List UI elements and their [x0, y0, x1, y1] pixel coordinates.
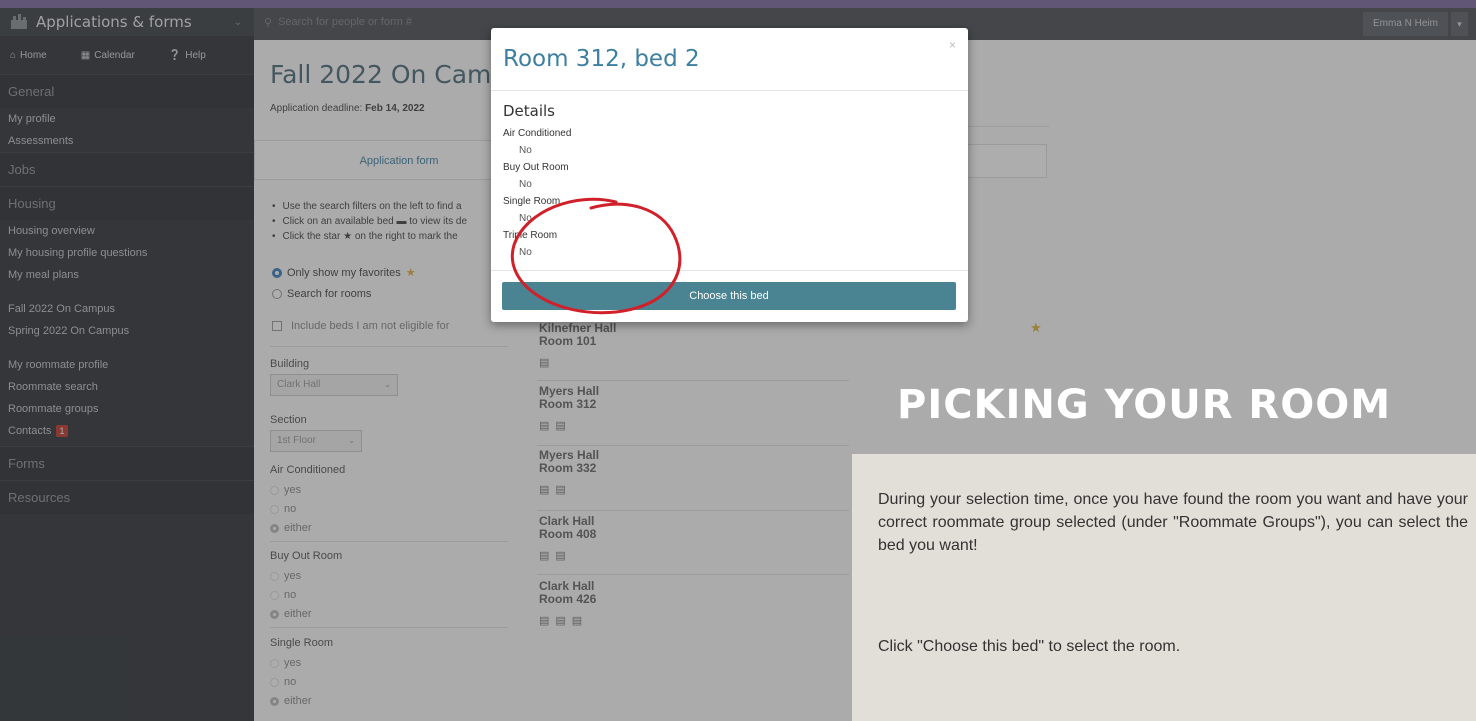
choose-this-bed-button[interactable]: Choose this bed: [502, 282, 956, 310]
detail-label: Air Conditioned: [503, 128, 572, 139]
bed-details-modal: Room 312, bed 2 × Details Air Conditione…: [491, 28, 968, 322]
close-icon[interactable]: ×: [949, 38, 956, 52]
detail-label: Buy Out Room: [503, 162, 569, 173]
detail-value: No: [519, 213, 532, 224]
detail-label: Single Room: [503, 196, 561, 207]
divider: [491, 270, 968, 271]
divider: [491, 90, 968, 91]
details-heading: Details: [503, 102, 556, 120]
detail-value: No: [519, 247, 532, 258]
callout-box: During your selection time, once you hav…: [852, 454, 1476, 721]
callout-title: PICKING YOUR ROOM: [897, 382, 1392, 428]
detail-value: No: [519, 179, 532, 190]
callout-paragraph: During your selection time, once you hav…: [878, 491, 1468, 554]
detail-label: Triple Room: [503, 230, 558, 241]
detail-value: No: [519, 145, 532, 156]
callout-instruction: Click "Choose this bed" to select the ro…: [878, 638, 1181, 655]
modal-title: Room 312, bed 2: [503, 46, 700, 72]
